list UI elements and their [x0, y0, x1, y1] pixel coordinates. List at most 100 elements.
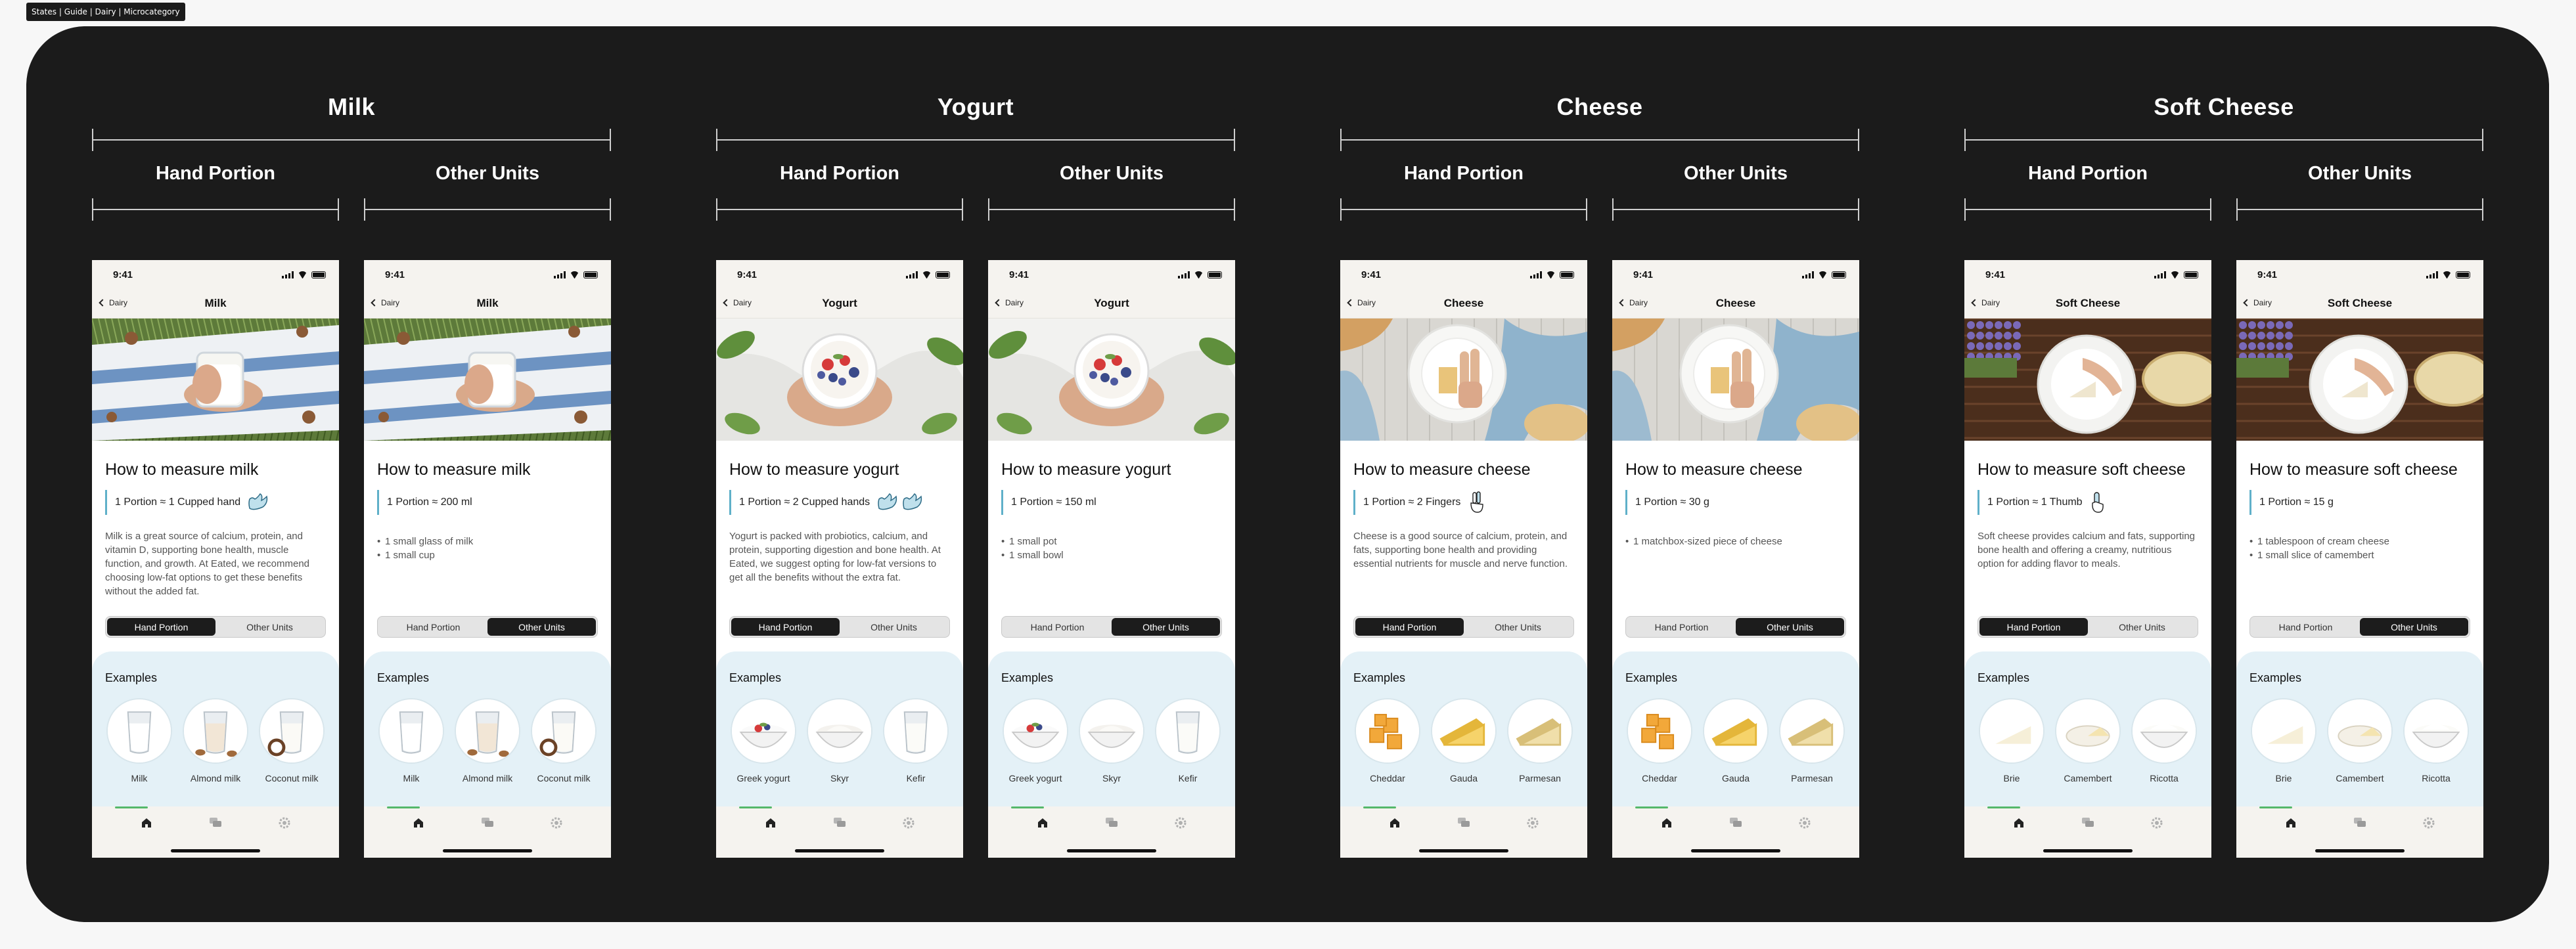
example-item[interactable]: Kefir	[1154, 698, 1222, 783]
tab-chat[interactable]	[1098, 817, 1125, 831]
tab-hand-portion[interactable]: Hand Portion	[1003, 618, 1112, 636]
tab-hand-portion[interactable]: Hand Portion	[1627, 618, 1736, 636]
example-item[interactable]: Greek yogurt	[729, 698, 798, 783]
group-yogurt: Yogurt Hand Portion Other Units 9:41 Dai…	[716, 26, 1235, 922]
example-item[interactable]: Skyr	[805, 698, 874, 783]
unit-toggle[interactable]: Hand Portion Other Units	[1001, 616, 1222, 638]
tab-other-units[interactable]: Other Units	[1464, 618, 1572, 636]
status-time: 9:41	[1633, 269, 1654, 280]
page-heading: How to measure soft cheese	[1977, 460, 2186, 479]
tab-other-units[interactable]: Other Units	[2360, 618, 2468, 636]
tab-chat[interactable]	[474, 817, 501, 831]
home-icon	[141, 818, 151, 828]
back-button[interactable]: Dairy	[369, 298, 399, 307]
thumb-icon	[2089, 491, 2106, 514]
tab-hand-portion[interactable]: Hand Portion	[2251, 618, 2360, 636]
back-button[interactable]: Dairy	[1970, 298, 2000, 307]
tab-home[interactable]	[757, 817, 784, 831]
example-item[interactable]: Coconut milk	[530, 698, 598, 783]
tab-hand-portion[interactable]: Hand Portion	[1979, 618, 2088, 636]
tab-home[interactable]	[1654, 817, 1680, 831]
back-button[interactable]: Dairy	[1345, 298, 1376, 307]
example-item[interactable]: Almond milk	[181, 698, 250, 783]
example-image	[1355, 698, 1420, 764]
tab-other-units[interactable]: Other Units	[487, 618, 596, 636]
example-item[interactable]: Almond milk	[453, 698, 522, 783]
unit-toggle[interactable]: Hand Portion Other Units	[1625, 616, 1846, 638]
example-item[interactable]: Gauda	[1430, 698, 1498, 783]
tab-chat[interactable]	[1723, 817, 1749, 831]
tab-home[interactable]	[133, 817, 160, 831]
page-heading: How to measure yogurt	[729, 460, 899, 479]
unit-toggle[interactable]: Hand Portion Other Units	[2249, 616, 2470, 638]
tab-other-units[interactable]: Other Units	[1736, 618, 1844, 636]
example-item[interactable]: Ricotta	[2402, 698, 2470, 783]
tab-settings[interactable]	[1520, 817, 1546, 831]
example-item[interactable]: Gauda	[1702, 698, 1770, 783]
tab-other-units[interactable]: Other Units	[215, 618, 324, 636]
example-item[interactable]: Milk	[105, 698, 173, 783]
tab-settings[interactable]	[271, 817, 298, 831]
tab-home[interactable]	[1382, 817, 1408, 831]
example-image	[2131, 698, 2197, 764]
example-item[interactable]: Cheddar	[1353, 698, 1422, 783]
tab-chat[interactable]	[1451, 817, 1477, 831]
unit-toggle[interactable]: Hand Portion Other Units	[1977, 616, 2198, 638]
example-item[interactable]: Brie	[2249, 698, 2318, 783]
tab-home[interactable]	[2006, 817, 2032, 831]
example-item[interactable]: Skyr	[1077, 698, 1146, 783]
signal-icon	[906, 271, 918, 278]
example-item[interactable]: Milk	[377, 698, 445, 783]
example-item[interactable]: Cheddar	[1625, 698, 1694, 783]
unit-toggle[interactable]: Hand Portion Other Units	[377, 616, 598, 638]
signal-icon	[554, 271, 566, 278]
status-time: 9:41	[2257, 269, 2278, 280]
group-bracket	[716, 129, 1235, 151]
example-label: Gauda	[1721, 773, 1750, 783]
tab-chat[interactable]	[2075, 817, 2101, 831]
back-button[interactable]: Dairy	[993, 298, 1024, 307]
yogurt-hero-image	[716, 319, 963, 441]
tab-settings[interactable]	[543, 817, 570, 831]
example-item[interactable]: Greek yogurt	[1001, 698, 1070, 783]
example-item[interactable]: Camembert	[2054, 698, 2122, 783]
tab-chat[interactable]	[826, 817, 853, 831]
cheese-hero-image	[1340, 319, 1587, 441]
tab-hand-portion[interactable]: Hand Portion	[107, 618, 215, 636]
unit-toggle[interactable]: Hand Portion Other Units	[105, 616, 326, 638]
tab-settings[interactable]	[2416, 817, 2442, 831]
back-button[interactable]: Dairy	[721, 298, 752, 307]
breadcrumb-tag: States | Guide | Dairy | Microcategory	[26, 3, 185, 21]
tab-home[interactable]	[1029, 817, 1056, 831]
back-button[interactable]: Dairy	[97, 298, 127, 307]
tab-settings[interactable]	[1792, 817, 1818, 831]
tab-other-units[interactable]: Other Units	[2088, 618, 2196, 636]
tab-hand-portion[interactable]: Hand Portion	[731, 618, 840, 636]
tab-settings[interactable]	[2144, 817, 2170, 831]
tab-settings[interactable]	[1167, 817, 1194, 831]
tab-home[interactable]	[2278, 817, 2304, 831]
unit-toggle[interactable]: Hand Portion Other Units	[729, 616, 950, 638]
example-item[interactable]: Parmesan	[1506, 698, 1574, 783]
example-image	[2327, 698, 2393, 764]
example-label: Kefir	[906, 773, 926, 783]
tab-chat[interactable]	[202, 817, 229, 831]
example-item[interactable]: Parmesan	[1778, 698, 1846, 783]
tab-settings[interactable]	[895, 817, 922, 831]
tab-home[interactable]	[405, 817, 432, 831]
back-button[interactable]: Dairy	[1617, 298, 1648, 307]
tab-hand-portion[interactable]: Hand Portion	[379, 618, 487, 636]
unit-toggle[interactable]: Hand Portion Other Units	[1353, 616, 1574, 638]
back-button[interactable]: Dairy	[2242, 298, 2272, 307]
page-heading: How to measure milk	[105, 460, 259, 479]
tab-other-units[interactable]: Other Units	[840, 618, 948, 636]
tab-hand-portion[interactable]: Hand Portion	[1355, 618, 1464, 636]
page-heading: How to measure cheese	[1625, 460, 1803, 479]
example-item[interactable]: Ricotta	[2130, 698, 2198, 783]
example-item[interactable]: Brie	[1977, 698, 2046, 783]
example-item[interactable]: Coconut milk	[258, 698, 326, 783]
example-item[interactable]: Kefir	[882, 698, 950, 783]
tab-chat[interactable]	[2347, 817, 2373, 831]
tab-other-units[interactable]: Other Units	[1112, 618, 1220, 636]
example-item[interactable]: Camembert	[2326, 698, 2394, 783]
